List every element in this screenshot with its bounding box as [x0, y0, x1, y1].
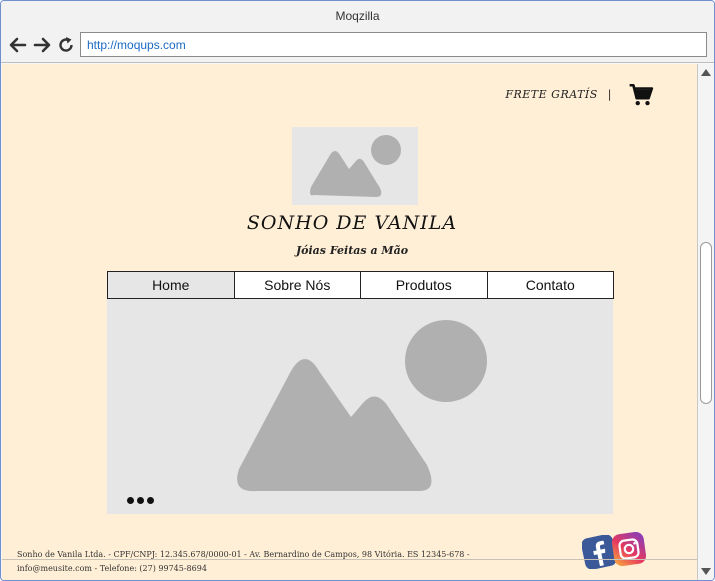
- carousel-dots[interactable]: [127, 497, 154, 504]
- page-viewport: FRETE GRATÍS | SONHO DE VANILA Jóias Fei…: [2, 64, 697, 580]
- logo-image-placeholder: [292, 127, 418, 205]
- hero-carousel[interactable]: [107, 299, 613, 514]
- brand-title: SONHO DE VANILA: [246, 212, 458, 234]
- image-placeholder-icon: [310, 135, 401, 197]
- menu-item-produtos[interactable]: Produtos: [361, 272, 488, 298]
- menu-item-contato[interactable]: Contato: [488, 272, 614, 298]
- menu-item-sobre-nos[interactable]: Sobre Nós: [235, 272, 361, 298]
- footer-divider: [2, 559, 697, 560]
- footer-line-contact: info@meusite.com - Telefone: (27) 99745-…: [17, 564, 207, 573]
- free-shipping-text: FRETE GRATÍS: [505, 88, 598, 101]
- reload-icon[interactable]: [56, 35, 76, 55]
- url-input[interactable]: http://moqups.com: [80, 32, 707, 57]
- free-shipping-label: FRETE GRATÍS |: [472, 88, 612, 101]
- title-bar: Moqzilla: [1, 1, 714, 29]
- browser-window: Moqzilla http://moqups.com FRETE GRATÍS …: [0, 0, 715, 581]
- brand-subtitle: Jóias Feitas a Mão: [295, 244, 409, 257]
- main-menu: Home Sobre Nós Produtos Contato: [107, 271, 614, 299]
- facebook-icon[interactable]: [582, 535, 616, 569]
- instagram-icon[interactable]: [612, 532, 646, 566]
- arrow-right-icon[interactable]: [32, 35, 52, 55]
- carousel-dot[interactable]: [127, 497, 134, 504]
- vertical-scrollbar[interactable]: [697, 64, 714, 580]
- carousel-dot[interactable]: [137, 497, 144, 504]
- menu-item-home[interactable]: Home: [108, 272, 235, 298]
- carousel-dot[interactable]: [147, 497, 154, 504]
- scroll-thumb[interactable]: [700, 242, 712, 404]
- image-placeholder-icon: [237, 320, 487, 492]
- scroll-up-icon[interactable]: [701, 69, 711, 76]
- browser-toolbar: http://moqups.com: [1, 29, 714, 63]
- social-links: [582, 532, 648, 570]
- header-separator: |: [607, 88, 612, 101]
- window-title: Moqzilla: [335, 9, 380, 23]
- scroll-down-icon[interactable]: [701, 568, 711, 575]
- arrow-left-icon[interactable]: [8, 35, 28, 55]
- footer-info: Sonho de Vanila Ltda. - CPF/CNPJ: 12.345…: [17, 548, 487, 576]
- shopping-cart-icon[interactable]: [628, 82, 654, 108]
